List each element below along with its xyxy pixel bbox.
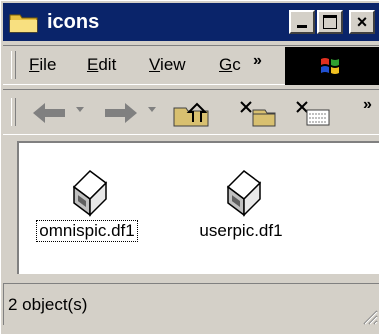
file-name: omnispic.df1 <box>36 220 138 242</box>
close-icon: × <box>356 12 368 32</box>
minimize-button[interactable] <box>289 10 315 34</box>
explorer-window: icons × File Edit View Gc » » omnispic.d… <box>0 0 379 334</box>
resize-grip-icon[interactable] <box>360 307 378 325</box>
file-name: userpic.df1 <box>199 221 283 240</box>
file-item[interactable]: userpic.df1 <box>191 167 291 241</box>
forward-dropdown-icon[interactable] <box>147 106 157 114</box>
menu-go-label: c <box>232 55 241 74</box>
menu-go[interactable]: Gc <box>219 55 241 75</box>
drive-icon <box>226 170 262 217</box>
maximize-button[interactable] <box>317 10 343 34</box>
menu-edit-label: dit <box>98 55 117 74</box>
menu-edit-accel: E <box>87 55 99 74</box>
menu-view-label: iew <box>160 55 186 74</box>
windows-flag-icon <box>321 58 339 74</box>
up-folder-icon[interactable] <box>171 100 215 128</box>
menubar-grip[interactable] <box>11 51 16 79</box>
menu-edit[interactable]: Edit <box>87 55 116 75</box>
toolbar-grip[interactable] <box>11 98 16 126</box>
toolbar-overflow-chevron[interactable]: » <box>363 96 372 114</box>
menu-overflow-chevron[interactable]: » <box>253 52 262 70</box>
menu-view-accel: V <box>149 55 161 74</box>
close-button[interactable]: × <box>349 10 375 34</box>
menu-file-label: ile <box>39 55 57 74</box>
back-icon[interactable] <box>29 100 69 126</box>
status-text: 2 object(s) <box>8 295 88 314</box>
menu-file-accel: F <box>29 55 40 74</box>
title-bar[interactable]: icons × <box>3 3 379 41</box>
window-title: icons <box>47 11 100 33</box>
status-pane: 2 object(s) <box>3 283 379 325</box>
standard-toolbar: » <box>3 89 379 135</box>
status-bar: 2 object(s) <box>3 283 379 335</box>
back-dropdown-icon[interactable] <box>75 106 85 114</box>
folder-icon <box>9 14 38 33</box>
forward-icon[interactable] <box>101 100 141 126</box>
cut-icon[interactable] <box>237 100 277 128</box>
drive-icon <box>72 170 108 217</box>
menu-go-accel: G <box>219 55 233 74</box>
windows-logo-throbber <box>285 47 379 85</box>
file-list-view[interactable]: omnispic.df1 userpic.df1 <box>17 141 379 274</box>
menu-view[interactable]: View <box>149 55 186 75</box>
file-item[interactable]: omnispic.df1 <box>36 167 138 242</box>
copy-icon[interactable] <box>295 100 335 128</box>
menu-file[interactable]: File <box>29 55 56 75</box>
